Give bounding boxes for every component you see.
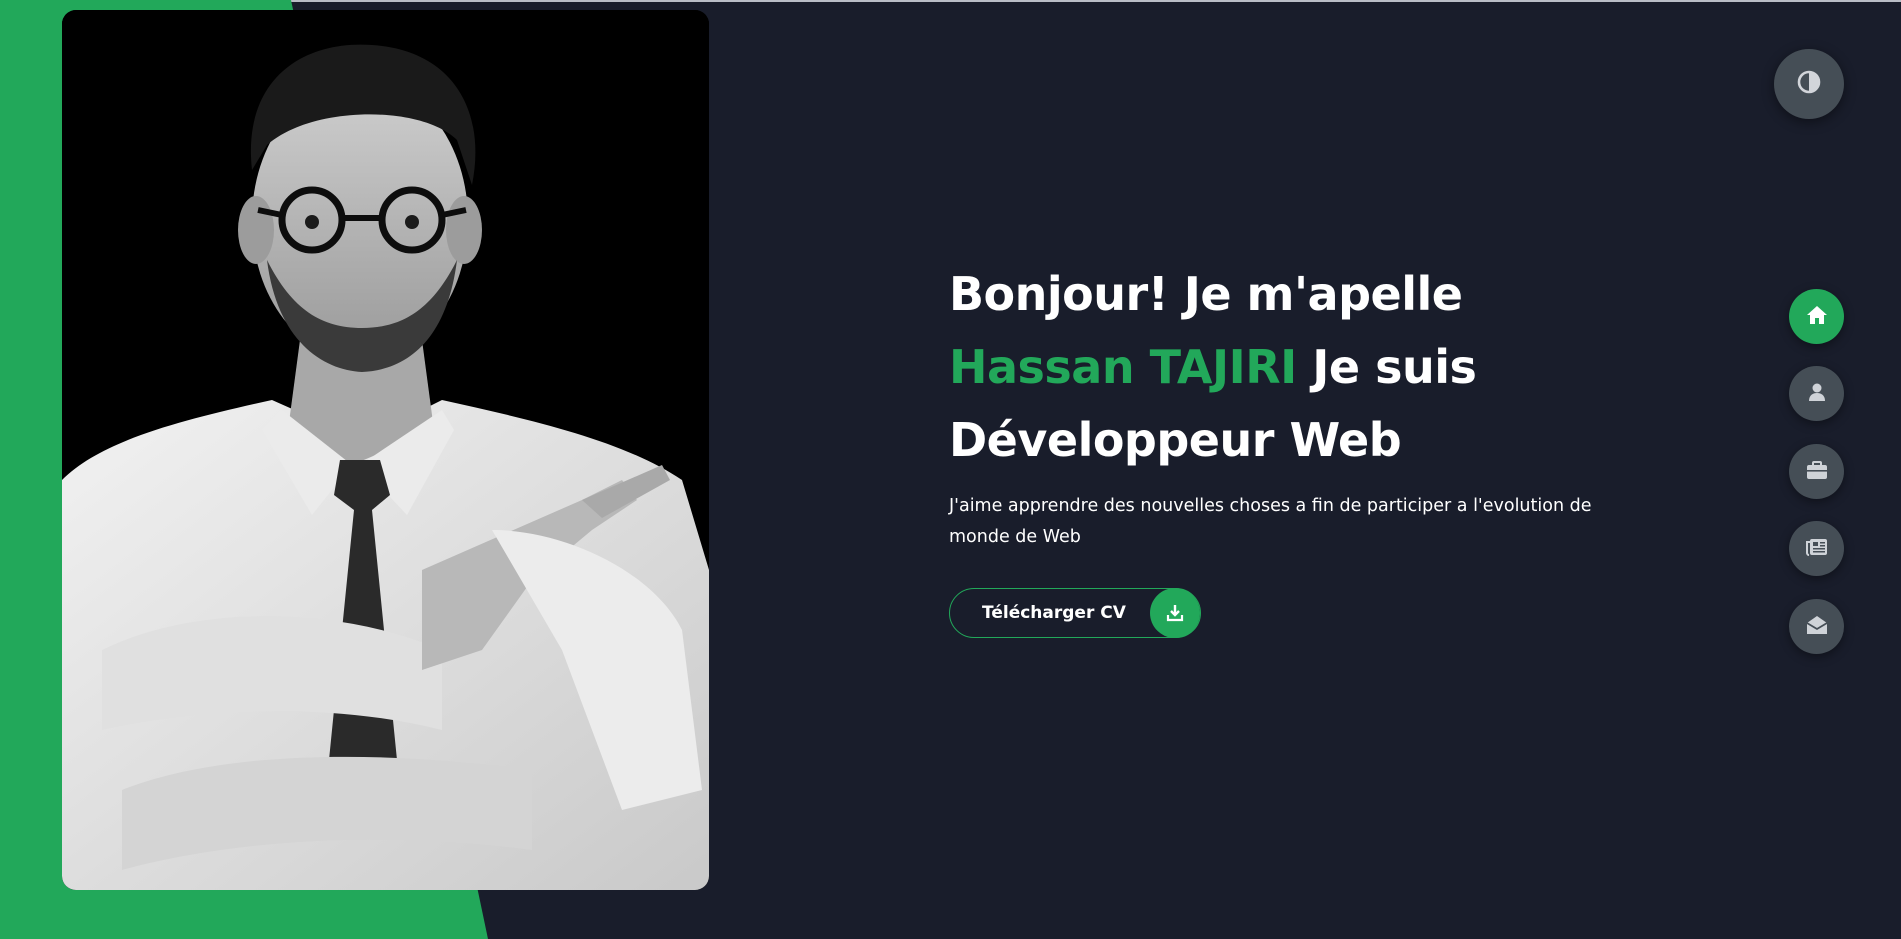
page: Bonjour! Je m'apelle Hassan TAJIRI Je su…	[0, 0, 1901, 939]
developer-name: Hassan TAJIRI	[949, 340, 1297, 394]
briefcase-icon	[1806, 460, 1828, 484]
envelope-open-icon	[1806, 615, 1828, 639]
nav-about[interactable]	[1789, 366, 1844, 421]
home-icon	[1806, 305, 1828, 329]
hero-section: Bonjour! Je m'apelle Hassan TAJIRI Je su…	[949, 258, 1649, 638]
profile-photo	[62, 10, 709, 890]
newspaper-icon	[1805, 538, 1828, 560]
heading-line-3: Développeur Web	[949, 413, 1402, 467]
heading-line-2-rest: Je suis	[1296, 340, 1477, 394]
hero-description: J'aime apprendre des nouvelles choses a …	[949, 496, 1592, 547]
user-icon	[1807, 382, 1827, 406]
nav-blog[interactable]	[1789, 521, 1844, 576]
download-cv-button[interactable]: Télécharger CV	[949, 588, 1201, 638]
hero-heading: Bonjour! Je m'apelle Hassan TAJIRI Je su…	[949, 258, 1649, 477]
contrast-icon	[1796, 69, 1822, 99]
nav-contact[interactable]	[1789, 599, 1844, 654]
theme-toggle-button[interactable]	[1774, 49, 1844, 119]
nav-home[interactable]	[1789, 289, 1844, 344]
nav-portfolio[interactable]	[1789, 444, 1844, 499]
download-cv-label: Télécharger CV	[982, 603, 1126, 623]
download-icon	[1150, 588, 1200, 638]
heading-line-1: Bonjour! Je m'apelle	[949, 267, 1463, 321]
